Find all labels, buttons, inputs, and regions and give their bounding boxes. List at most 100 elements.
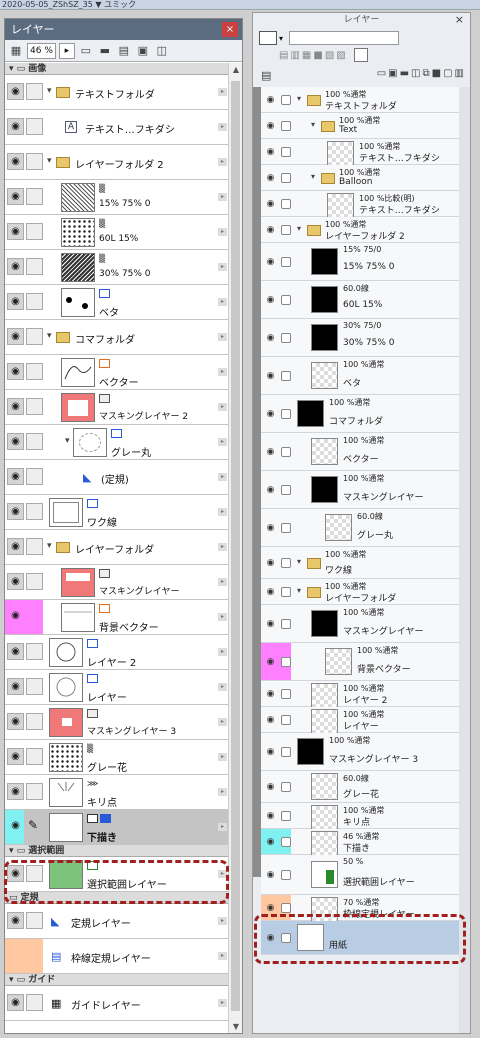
lock-toggle[interactable]	[26, 713, 43, 730]
chevron-right-icon[interactable]: ▸	[218, 368, 227, 376]
lock-toggle[interactable]	[281, 447, 291, 457]
layer-row[interactable]: ◉ 100 %比較(明) テキスト…フキダシ	[261, 191, 461, 220]
chevron-down-icon[interactable]: ▾	[297, 94, 301, 103]
chevron-right-icon[interactable]: ▸	[218, 508, 227, 516]
chevron-right-icon[interactable]: ▸	[218, 753, 227, 761]
layer-row[interactable]: ◉ 100 %通常 ベクター	[261, 433, 461, 471]
layer-row[interactable]: ◉ ベクター ▸	[5, 355, 229, 390]
layer-row[interactable]: ◉ 100 %通常 背景ベクター	[261, 643, 461, 681]
eye-icon[interactable]: ◉	[7, 363, 24, 380]
new-vector-icon[interactable]: ▣	[388, 68, 397, 79]
layer-row[interactable]: ◉ 60.0線 60L 15%	[261, 281, 461, 319]
lock-toggle[interactable]	[26, 188, 43, 205]
scroll-thumb[interactable]	[231, 81, 240, 1011]
layer-row[interactable]: ◉ ◣ (定規) ▸	[5, 460, 229, 495]
delete-icon[interactable]: ▥	[455, 68, 464, 79]
eye-icon[interactable]: ◉	[7, 503, 24, 520]
chevron-down-icon[interactable]: ▾	[297, 557, 301, 566]
eye-icon[interactable]: ◉	[263, 707, 278, 732]
layer-row-selected[interactable]: ◉ ✎ 下描き ▸	[5, 810, 229, 845]
chevron-right-icon[interactable]: ▸	[218, 333, 227, 341]
layer-row[interactable]: ◉ 100 %通常 マスキングレイヤー	[261, 605, 461, 643]
chevron-down-icon[interactable]: ▾	[47, 156, 52, 166]
lock-toggle[interactable]	[281, 409, 291, 419]
eye-icon[interactable]: ◉	[263, 803, 278, 828]
close-icon[interactable]: ×	[455, 13, 464, 27]
chevron-right-icon[interactable]: ▸	[218, 438, 227, 446]
eye-icon[interactable]: ◉	[7, 912, 24, 929]
layer-row[interactable]: ◉ ▦ ガイドレイヤー ▸	[5, 986, 229, 1021]
eye-icon[interactable]: ◉	[263, 579, 278, 604]
eye-icon[interactable]: ◉	[7, 118, 24, 135]
lock-toggle[interactable]	[26, 293, 43, 310]
layer-row[interactable]: ◉ ▾ テキストフォルダ ▸	[5, 75, 229, 110]
eye-icon[interactable]: ◉	[263, 643, 278, 680]
lock-toggle[interactable]	[281, 689, 291, 699]
layer-row[interactable]: ◉ レイヤー ▸	[5, 670, 229, 705]
eye-icon[interactable]: ◉	[7, 258, 24, 275]
eye-icon[interactable]: ◉	[263, 191, 278, 216]
color-swatch[interactable]	[259, 31, 277, 45]
layer-row[interactable]: ◉ 46 %通常 下描き	[261, 829, 461, 858]
layer-row[interactable]: ◉ 100 %通常 レイヤー 2	[261, 681, 461, 710]
group-header[interactable]: ▾ ▭ 選択範囲	[5, 845, 229, 857]
blend-mode-select[interactable]	[289, 31, 400, 45]
chevron-down-icon[interactable]: ▾	[311, 172, 315, 181]
chevron-down-icon[interactable]: ▾	[311, 120, 315, 129]
opacity-arrow-button[interactable]: ▸	[58, 42, 75, 59]
layer-row[interactable]: ◉ マスキングレイヤー 2 ▸	[5, 390, 229, 425]
lock-toggle[interactable]	[281, 811, 291, 821]
chevron-down-icon[interactable]: ▾	[297, 586, 301, 595]
chevron-right-icon[interactable]: ▸	[218, 193, 227, 201]
eye-icon[interactable]: ◉	[7, 398, 24, 415]
layer-row[interactable]: ◉ 100 %通常 テキスト…フキダシ	[261, 139, 461, 168]
layer-row[interactable]: ◉ ▾ 100 %通常 レイヤーフォルダ 2	[261, 217, 461, 243]
eye-icon[interactable]: ◉	[263, 281, 278, 318]
eye-icon[interactable]: ◉	[7, 433, 24, 450]
group-header[interactable]: ▾ ▭ ガイド	[5, 974, 229, 986]
lock-toggle[interactable]	[26, 398, 43, 415]
chevron-right-icon[interactable]: ▸	[218, 999, 227, 1007]
layer-row[interactable]: ◉ ▒ 15% 75% 0 ▸	[5, 180, 229, 215]
eye-icon[interactable]: ◉	[7, 994, 24, 1011]
eye-icon[interactable]: ◉	[7, 538, 24, 555]
chevron-down-icon[interactable]: ▾	[47, 86, 52, 96]
lock-toggle[interactable]	[281, 619, 291, 629]
layer-row[interactable]: ◉ ▒ グレー花 ▸	[5, 740, 229, 775]
lock-toggle[interactable]	[26, 363, 43, 380]
lock-toggle[interactable]	[281, 715, 291, 725]
lock-toggle[interactable]	[26, 153, 43, 170]
layer-row[interactable]: ◉ ◣ 定規レイヤー ▸	[5, 904, 229, 939]
delete-icon[interactable]: ▤	[116, 43, 132, 59]
tool-icon[interactable]: ▧	[325, 50, 334, 61]
layer-row[interactable]: ◉ 背景ベクター ▸	[5, 600, 229, 635]
lock-toggle[interactable]	[26, 83, 43, 100]
eye-icon[interactable]: ◉	[7, 293, 24, 310]
layer-row[interactable]: ▤ 枠線定規レイヤー ▸	[5, 939, 229, 974]
layer-row[interactable]: ◉ マスキングレイヤー 3 ▸	[5, 705, 229, 740]
lock-toggle[interactable]	[281, 747, 291, 757]
layer-row[interactable]: ◉ 100 %通常 レイヤー	[261, 707, 461, 736]
layer-row[interactable]: ◉ ▾ 100 %通常 Balloon	[261, 165, 461, 191]
layer-row[interactable]: ◉ ▾ グレー丸 ▸	[5, 425, 229, 460]
clip-icon[interactable]: ◫	[154, 43, 170, 59]
eye-icon[interactable]: ◉	[7, 188, 24, 205]
chevron-right-icon[interactable]: ▸	[218, 403, 227, 411]
eye-icon[interactable]: ◉	[263, 733, 278, 770]
chevron-right-icon[interactable]: ▸	[218, 123, 227, 131]
eye-icon[interactable]: ◉	[263, 433, 278, 470]
new-layer-icon[interactable]: ▭	[377, 68, 386, 79]
chevron-right-icon[interactable]: ▸	[218, 648, 227, 656]
chevron-right-icon[interactable]: ▸	[218, 228, 227, 236]
chevron-right-icon[interactable]: ▸	[218, 263, 227, 271]
layer-row[interactable]: ◉ 60.0線 グレー花	[261, 771, 461, 803]
chevron-right-icon[interactable]: ▸	[218, 683, 227, 691]
layer-row[interactable]: ◉ ▾ レイヤーフォルダ 2 ▸	[5, 145, 229, 180]
chevron-right-icon[interactable]: ▸	[218, 952, 227, 960]
layer-row[interactable]: ◉ ▾ 100 %通常 テキストフォルダ	[261, 87, 461, 113]
chevron-down-icon[interactable]: ▾	[65, 436, 70, 446]
layer-row[interactable]: ◉ マスキングレイヤー ▸	[5, 565, 229, 600]
lock-toggle[interactable]	[26, 503, 43, 520]
lock-toggle[interactable]	[26, 643, 43, 660]
lock-toggle[interactable]	[26, 994, 43, 1011]
